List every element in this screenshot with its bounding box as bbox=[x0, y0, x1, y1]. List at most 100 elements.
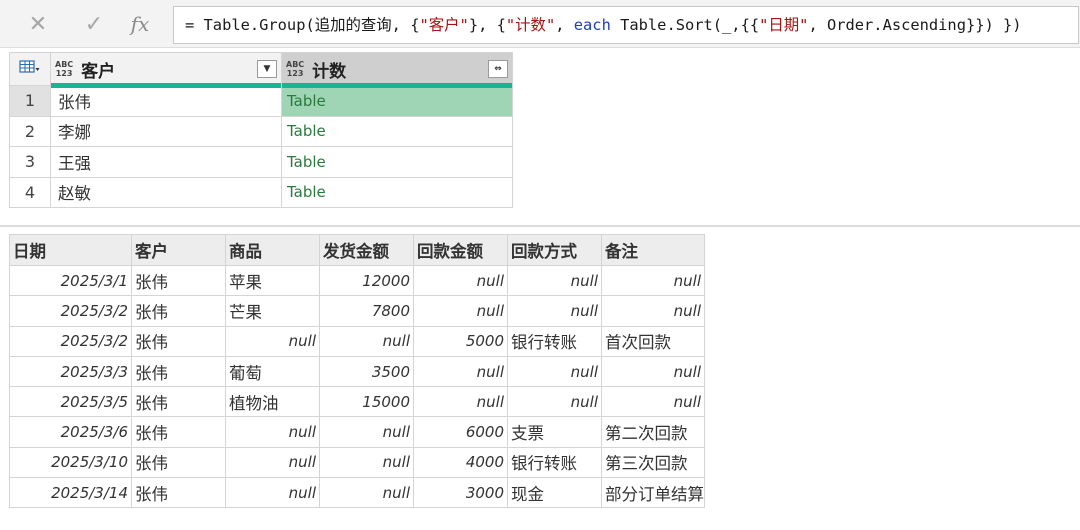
remarks-cell: null bbox=[601, 386, 705, 418]
date-cell: 2025/3/1 bbox=[9, 264, 132, 297]
table-row: 2025/3/14 张伟 null null 3000 现金 部分订单结算 bbox=[9, 477, 705, 509]
table-link-cell[interactable]: Table bbox=[281, 176, 513, 208]
formula-text: Table.Sort(_,{{ bbox=[610, 16, 760, 34]
date-cell: 2025/3/3 bbox=[9, 355, 132, 388]
table-row: 2 李娜 Table bbox=[9, 115, 513, 147]
table-row: 2025/3/1 张伟 苹果 12000 null null null bbox=[9, 264, 705, 297]
formula-text: , Order.Ascending}}) }) bbox=[808, 16, 1022, 34]
row-number[interactable]: 4 bbox=[9, 176, 51, 208]
row-number[interactable]: 2 bbox=[9, 115, 51, 147]
remarks-cell: null bbox=[601, 295, 705, 327]
table-link-cell[interactable]: Table bbox=[281, 146, 513, 178]
row-number[interactable]: 1 bbox=[9, 85, 51, 117]
payment-amount-cell: 4000 bbox=[413, 446, 508, 479]
table-row: 3 王强 Table bbox=[9, 146, 513, 178]
row-number[interactable]: 3 bbox=[9, 146, 51, 178]
remarks-cell: 第三次回款 bbox=[601, 446, 705, 479]
table-row: 2025/3/6 张伟 null null 6000 支票 第二次回款 bbox=[9, 416, 705, 448]
customer-cell: 张伟 bbox=[131, 416, 226, 448]
shipment-amount-cell: 15000 bbox=[319, 386, 414, 418]
formula-text: }, { bbox=[468, 16, 506, 34]
payment-method-cell: 银行转账 bbox=[507, 325, 602, 357]
remarks-cell: null bbox=[601, 355, 705, 388]
payment-amount-cell: 6000 bbox=[413, 416, 508, 448]
shipment-amount-cell: 3500 bbox=[319, 355, 414, 388]
product-cell: 植物油 bbox=[225, 386, 320, 418]
table-menu-button[interactable] bbox=[9, 52, 51, 86]
table-row: 2025/3/10 张伟 null null 4000 银行转账 第三次回款 bbox=[9, 446, 705, 479]
fx-icon[interactable]: fx bbox=[120, 8, 160, 40]
date-cell: 2025/3/10 bbox=[9, 446, 132, 479]
shipment-amount-cell: null bbox=[319, 446, 414, 479]
table-row: 2025/3/2 张伟 芒果 7800 null null null bbox=[9, 295, 705, 327]
table-row: 4 赵敏 Table bbox=[9, 176, 513, 208]
remarks-cell: 首次回款 bbox=[601, 325, 705, 357]
payment-amount-cell: null bbox=[413, 386, 508, 418]
formula-bar: ✕ ✓ fx = Table.Group(追加的查询, {"客户"}, {"计数… bbox=[0, 0, 1080, 48]
preview-header-product: 商品 bbox=[225, 234, 320, 266]
shipment-amount-cell: null bbox=[319, 416, 414, 448]
expand-column-icon[interactable]: ⇔ bbox=[488, 60, 508, 78]
payment-method-cell: 支票 bbox=[507, 416, 602, 448]
table-row: 2025/3/3 张伟 葡萄 3500 null null null bbox=[9, 355, 705, 388]
customer-cell: 张伟 bbox=[131, 355, 226, 388]
column-header-count[interactable]: ABC 123 计数 ⇔ bbox=[281, 52, 513, 88]
formula-string: "计数" bbox=[505, 16, 556, 34]
formula-keyword: each bbox=[573, 16, 611, 34]
customer-cell: 张伟 bbox=[131, 325, 226, 357]
remarks-cell: 部分订单结算 bbox=[601, 477, 705, 509]
table-icon bbox=[19, 59, 40, 73]
payment-amount-cell: null bbox=[413, 264, 508, 297]
payment-amount-cell: 5000 bbox=[413, 325, 508, 357]
preview-header-customer: 客户 bbox=[131, 234, 226, 266]
column-quality-bar bbox=[282, 83, 512, 88]
table-row: 1 张伟 Table bbox=[9, 85, 513, 117]
customer-cell[interactable]: 王强 bbox=[50, 146, 282, 178]
column-header-customer[interactable]: ABC 123 客户 ▼ bbox=[50, 52, 282, 88]
preview-header-row: 日期 客户 商品 发货金额 回款金额 回款方式 备注 bbox=[9, 234, 705, 266]
nested-table-preview: 日期 客户 商品 发货金额 回款金额 回款方式 备注 2025/3/1 张伟 苹果 1… bbox=[9, 234, 705, 509]
formula-string: "客户" bbox=[419, 16, 469, 34]
product-cell: 葡萄 bbox=[225, 355, 320, 388]
customer-cell[interactable]: 李娜 bbox=[50, 115, 282, 147]
shipment-amount-cell: null bbox=[319, 325, 414, 357]
any-type-icon[interactable]: ABC 123 bbox=[55, 60, 73, 78]
payment-method-cell: null bbox=[507, 386, 602, 418]
column-quality-bar bbox=[51, 83, 281, 88]
product-cell: 苹果 bbox=[225, 264, 320, 297]
payment-amount-cell: null bbox=[413, 295, 508, 327]
any-type-icon[interactable]: ABC 123 bbox=[286, 60, 304, 78]
formula-text: , bbox=[555, 16, 574, 34]
customer-cell: 张伟 bbox=[131, 446, 226, 479]
grouped-table: ABC 123 客户 ▼ ABC 123 计数 ⇔ 1 张伟 Table 2 李娜 Ta… bbox=[9, 52, 513, 208]
table-link-cell[interactable]: Table bbox=[281, 115, 513, 147]
product-cell: null bbox=[225, 446, 320, 479]
filter-dropdown-icon[interactable]: ▼ bbox=[257, 60, 277, 78]
date-cell: 2025/3/6 bbox=[9, 416, 132, 448]
customer-cell[interactable]: 赵敏 bbox=[50, 176, 282, 208]
product-cell: 芒果 bbox=[225, 295, 320, 327]
shipment-amount-cell: 7800 bbox=[319, 295, 414, 327]
date-cell: 2025/3/2 bbox=[9, 295, 132, 327]
table-link-cell[interactable]: Table bbox=[281, 85, 513, 117]
shipment-amount-cell: 12000 bbox=[319, 264, 414, 297]
customer-cell: 张伟 bbox=[131, 477, 226, 509]
preview-header-payment-amount: 回款金额 bbox=[413, 234, 508, 266]
preview-header-remarks: 备注 bbox=[601, 234, 705, 266]
column-header-label: 计数 bbox=[312, 61, 347, 82]
column-header-label: 客户 bbox=[81, 61, 116, 82]
customer-cell: 张伟 bbox=[131, 295, 226, 327]
remarks-cell: 第二次回款 bbox=[601, 416, 705, 448]
payment-method-cell: 现金 bbox=[507, 477, 602, 509]
product-cell: null bbox=[225, 477, 320, 509]
formula-input[interactable]: = Table.Group(追加的查询, {"客户"}, {"计数", each… bbox=[173, 6, 1079, 44]
preview-header-payment-method: 回款方式 bbox=[507, 234, 602, 266]
cancel-icon[interactable]: ✕ bbox=[18, 8, 58, 40]
preview-header-shipment-amount: 发货金额 bbox=[319, 234, 414, 266]
payment-method-cell: null bbox=[507, 295, 602, 327]
customer-cell[interactable]: 张伟 bbox=[50, 85, 282, 117]
remarks-cell: null bbox=[601, 264, 705, 297]
product-cell: null bbox=[225, 325, 320, 357]
check-icon[interactable]: ✓ bbox=[74, 8, 114, 40]
formula-string: "日期" bbox=[759, 16, 809, 34]
